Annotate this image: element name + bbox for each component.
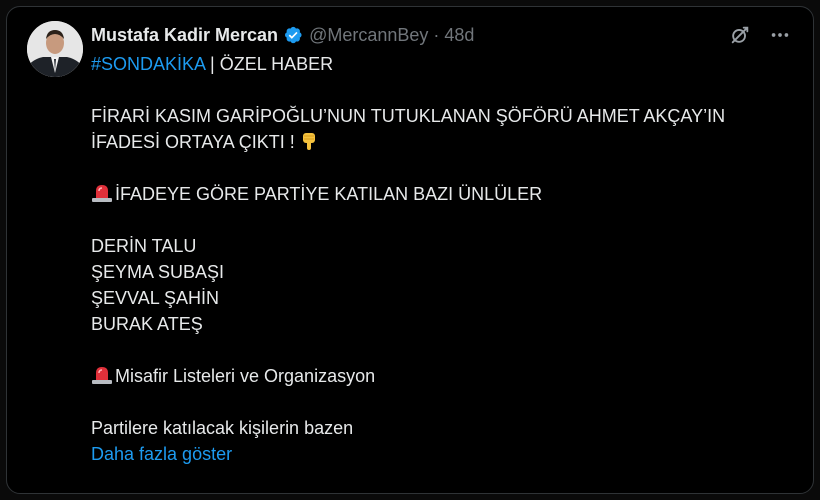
tweet-first-line: #SONDAKİKA | ÖZEL HABER (91, 51, 793, 77)
hashtag-link[interactable]: #SONDAKİKA (91, 54, 205, 74)
headline-line-1: FİRARİ KASIM GARİPOĞLU’NUN TUTUKLANAN ŞÖ… (91, 106, 726, 126)
name-item-2: ŞEYMA SUBAŞI (91, 262, 225, 282)
tweet-header: Mustafa Kadir Mercan @MercannBey · 48d (91, 21, 793, 49)
avatar[interactable] (27, 21, 83, 77)
tweet-actions (727, 21, 793, 49)
author-handle[interactable]: @MercannBey (309, 25, 428, 46)
show-more-link[interactable]: Daha fazla göster (91, 441, 793, 467)
grok-icon[interactable] (727, 22, 753, 48)
section-2-title: Misafir Listeleri ve Organizasyon (91, 363, 793, 389)
police-car-light-emoji (91, 183, 113, 210)
name-item-3: ŞEVVAL ŞAHİN (91, 288, 220, 308)
name-item-1: DERİN TALU (91, 236, 197, 256)
more-options-icon[interactable] (767, 22, 793, 48)
header-rest-text: | ÖZEL HABER (205, 54, 334, 74)
headline-line-2: İFADESİ ORTAYA ÇIKTI ! (91, 129, 793, 155)
section-1-title: İFADEYE GÖRE PARTİYE KATILAN BAZI ÜNLÜLE… (91, 181, 793, 207)
section-2-title-text: Misafir Listeleri ve Organizasyon (115, 366, 376, 386)
tweet-text: #SONDAKİKA | ÖZEL HABER FİRARİ KASIM GAR… (91, 51, 793, 467)
separator-dot: · (433, 24, 440, 45)
backhand-index-pointing-down-emoji (300, 131, 318, 158)
name-item-4: BURAK ATEŞ (91, 314, 203, 334)
headline-line-2-text: İFADESİ ORTAYA ÇIKTI ! (91, 132, 295, 152)
section-1-title-text: İFADEYE GÖRE PARTİYE KATILAN BAZI ÜNLÜLE… (115, 184, 543, 204)
timestamp[interactable]: 48d (444, 25, 474, 46)
tweet-card[interactable]: Mustafa Kadir Mercan @MercannBey · 48d #… (6, 6, 814, 494)
truncated-text: Partilere katılacak kişilerin bazen (91, 418, 354, 438)
author-name[interactable]: Mustafa Kadir Mercan (91, 25, 278, 46)
verified-badge-icon (283, 25, 303, 45)
police-car-light-emoji (91, 365, 113, 392)
